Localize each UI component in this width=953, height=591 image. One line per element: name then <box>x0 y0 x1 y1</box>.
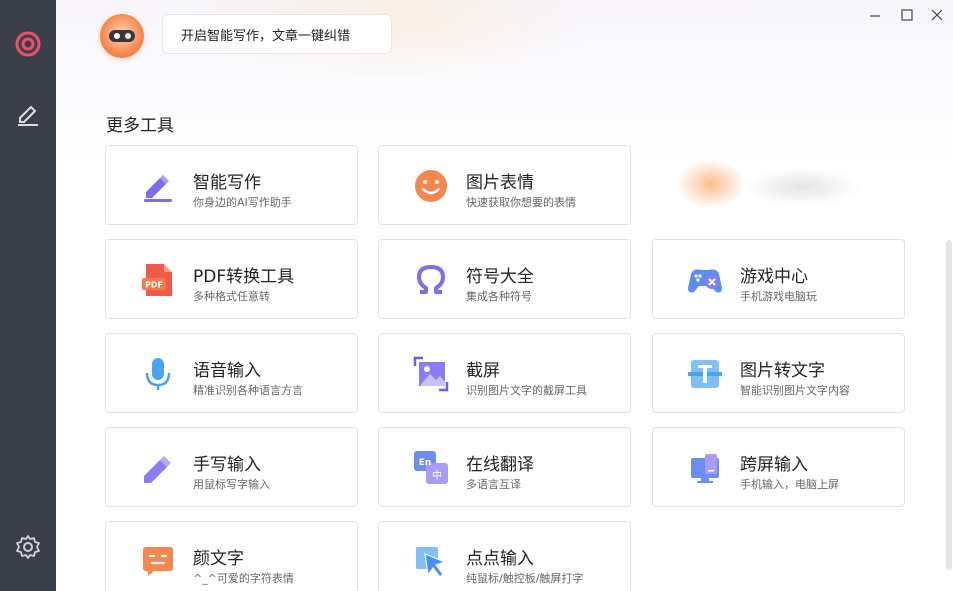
omega-icon <box>413 262 449 298</box>
avatar-mask-icon <box>109 30 135 42</box>
tool-title: 点点输入 <box>466 549 534 569</box>
tool-card-image-emoji[interactable]: 图片表情 快速获取你想要的表情 <box>378 145 631 225</box>
gamepad-icon <box>687 262 723 298</box>
tool-card-translate[interactable]: En 中 在线翻译 多语言互译 <box>378 427 631 507</box>
tool-card-pdf[interactable]: PDF PDF转换工具 多种格式任意转 <box>105 239 358 319</box>
settings-button[interactable] <box>12 533 44 565</box>
tool-title: PDF转换工具 <box>193 267 295 287</box>
image-to-text-icon <box>687 356 723 392</box>
blur-shape <box>742 167 862 207</box>
cross-screen-icon <box>687 450 723 486</box>
translate-badge-zh: 中 <box>432 469 442 482</box>
tool-subtitle: 手机游戏电脑玩 <box>740 290 817 303</box>
tool-title: 颜文字 <box>193 549 244 569</box>
tool-title: 截屏 <box>466 361 500 381</box>
tool-subtitle: 集成各种符号 <box>466 290 532 303</box>
tool-title: 智能写作 <box>193 173 261 193</box>
edit-nav-button[interactable] <box>12 99 44 131</box>
main-panel: 开启智能写作，文章一键纠错 更多工具 智能写作 你身边的AI写作助手 图片表情 … <box>56 0 953 591</box>
tool-title: 游戏中心 <box>740 267 808 287</box>
avatar[interactable] <box>100 14 144 58</box>
tool-subtitle: 智能识别图片文字内容 <box>740 384 850 397</box>
blur-shape <box>676 159 746 209</box>
tool-subtitle: 用鼠标写字输入 <box>193 478 270 491</box>
tool-card-game-center[interactable]: 游戏中心 手机游戏电脑玩 <box>652 239 905 319</box>
sidebar <box>0 0 56 591</box>
pen-edit-icon <box>15 100 41 130</box>
tool-subtitle: 多种格式任意转 <box>193 290 270 303</box>
microphone-icon <box>140 356 176 392</box>
target-logo-icon <box>15 31 41 61</box>
scrollbar[interactable] <box>946 240 952 570</box>
tool-card-symbols[interactable]: 符号大全 集成各种符号 <box>378 239 631 319</box>
gear-icon <box>15 534 41 564</box>
translate-badge-en: En <box>419 458 432 468</box>
promo-bubble[interactable]: 开启智能写作，文章一键纠错 <box>162 14 392 54</box>
tool-title: 图片表情 <box>466 173 534 193</box>
minimize-button[interactable] <box>866 7 884 25</box>
tool-title: 图片转文字 <box>740 361 825 381</box>
screenshot-icon <box>413 356 449 392</box>
close-button[interactable] <box>928 7 946 25</box>
tool-subtitle: 多语言互译 <box>466 478 521 491</box>
minimize-icon <box>868 7 882 26</box>
handwrite-icon <box>140 450 176 486</box>
tool-card-handwrite[interactable]: 手写输入 用鼠标写字输入 <box>105 427 358 507</box>
promo-text: 开启智能写作，文章一键纠错 <box>181 28 351 44</box>
ai-write-icon <box>140 168 176 204</box>
avatar-eye-left <box>114 33 120 39</box>
section-title: 更多工具 <box>106 116 174 136</box>
smile-icon <box>413 168 449 204</box>
tool-subtitle: 手机输入，电脑上屏 <box>740 478 839 491</box>
tool-card-image-to-text[interactable]: 图片转文字 智能识别图片文字内容 <box>652 333 905 413</box>
close-icon <box>930 7 944 26</box>
tool-subtitle: 纯鼠标/触控板/触屏打字 <box>466 572 584 585</box>
tool-title: 语音输入 <box>193 361 261 381</box>
tool-card-click-input[interactable]: 点点输入 纯鼠标/触控板/触屏打字 <box>378 521 631 591</box>
tool-title: 跨屏输入 <box>740 455 808 475</box>
tool-subtitle: 识别图片文字的截屏工具 <box>466 384 587 397</box>
blurred-promo-card[interactable] <box>652 145 905 225</box>
tool-card-emoticon[interactable]: 颜文字 ^_^可爱的字符表情 <box>105 521 358 591</box>
tool-card-ai-write[interactable]: 智能写作 你身边的AI写作助手 <box>105 145 358 225</box>
tool-subtitle: 精准识别各种语言方言 <box>193 384 303 397</box>
svg-text:PDF: PDF <box>145 281 163 290</box>
tool-title: 在线翻译 <box>466 455 534 475</box>
pdf-icon: PDF <box>140 262 176 298</box>
translate-icon: En 中 <box>413 450 449 486</box>
tool-card-screenshot[interactable]: 截屏 识别图片文字的截屏工具 <box>378 333 631 413</box>
tool-title: 符号大全 <box>466 267 534 287</box>
maximize-button[interactable] <box>898 7 916 25</box>
avatar-eye-right <box>125 33 131 39</box>
click-input-icon <box>413 544 449 580</box>
tool-subtitle: 快速获取你想要的表情 <box>466 196 576 209</box>
tool-card-cross-screen[interactable]: 跨屏输入 手机输入，电脑上屏 <box>652 427 905 507</box>
maximize-icon <box>900 7 914 26</box>
tool-subtitle: 你身边的AI写作助手 <box>193 196 292 209</box>
app-logo-button[interactable] <box>12 30 44 62</box>
tool-card-voice-input[interactable]: 语音输入 精准识别各种语言方言 <box>105 333 358 413</box>
tool-title: 手写输入 <box>193 455 261 475</box>
emoticon-icon <box>140 544 176 580</box>
tool-subtitle: ^_^可爱的字符表情 <box>193 572 294 585</box>
